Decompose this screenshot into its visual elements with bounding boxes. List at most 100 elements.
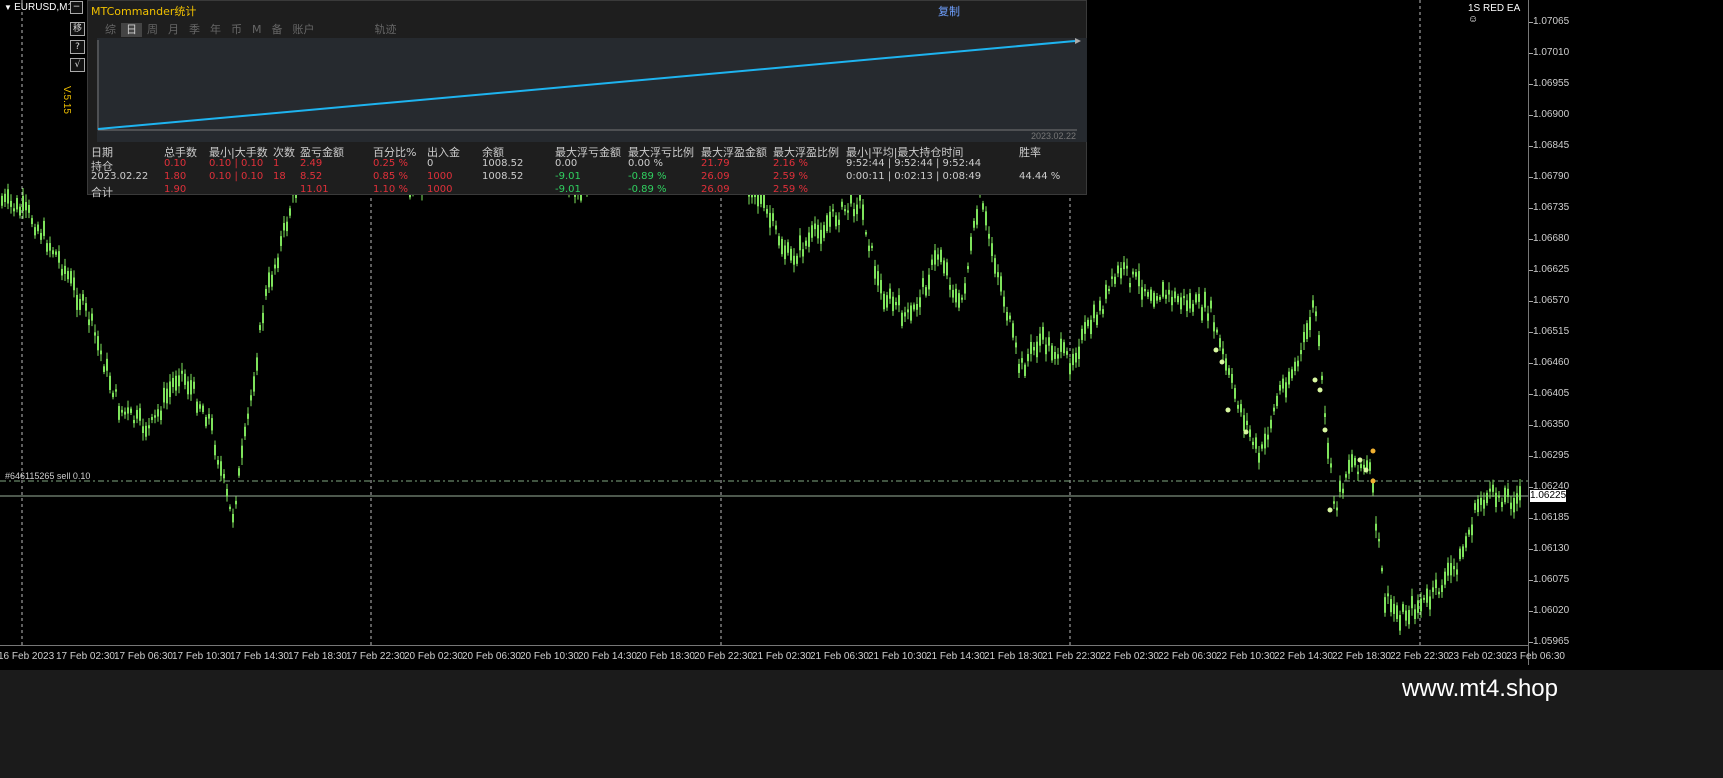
candle-body <box>178 375 180 387</box>
candle-body <box>1354 457 1356 466</box>
candle-body <box>169 381 171 398</box>
candle-body <box>1144 288 1146 292</box>
candle-body <box>1321 375 1323 380</box>
candle-body <box>973 220 975 228</box>
candle-body <box>1195 294 1197 303</box>
candle-body <box>82 294 84 301</box>
time-label: 21 Feb 02:30 <box>752 651 811 662</box>
candle-body <box>1513 497 1515 513</box>
candle-body <box>214 444 216 456</box>
time-label: 17 Feb 02:30 <box>56 651 115 662</box>
tab-7[interactable]: M <box>247 23 267 37</box>
candle-body <box>1351 454 1353 468</box>
minimize-button[interactable]: − <box>70 1 83 14</box>
candle-body <box>238 468 240 476</box>
candle-body <box>112 392 114 398</box>
table-row: 持仓 0.10 0.10 | 0.10 1 2.49 0.25 % 0 1008.52 0.00… <box>91 158 1081 173</box>
candle-body <box>970 236 972 251</box>
symbol-label: ▼ EURUSD,M15 <box>4 2 79 13</box>
candle-body <box>10 200 12 207</box>
candle-body <box>1153 292 1155 307</box>
candle-body <box>1096 314 1098 325</box>
tab-10[interactable]: 轨迹 <box>370 23 402 37</box>
candle-body <box>64 265 66 274</box>
candle-body <box>1111 276 1113 279</box>
candle-body <box>49 243 51 251</box>
time-label: 21 Feb 06:30 <box>810 651 869 662</box>
table-cell: -9.01 <box>555 184 581 195</box>
ea-label[interactable]: 1S RED EA ☺ <box>1468 3 1528 25</box>
help-button[interactable]: ? <box>70 40 85 54</box>
candle-body <box>1216 329 1218 333</box>
equity-line <box>97 40 1076 130</box>
price-label: 1.06295 <box>1533 450 1570 461</box>
tab-8[interactable]: 备 <box>267 23 288 37</box>
candle-body <box>247 413 249 419</box>
table-cell: 1008.52 <box>482 171 524 182</box>
candle-body <box>1396 605 1398 619</box>
tab-6[interactable]: 币 <box>226 23 247 37</box>
trade-marker <box>1225 407 1231 413</box>
candle-body <box>211 418 213 431</box>
candle-body <box>958 293 960 308</box>
equity-line-chart <box>97 38 1087 142</box>
tab-1[interactable]: 日 <box>121 23 142 37</box>
candle-body <box>1237 404 1239 409</box>
candle-body <box>1192 303 1194 312</box>
price-chart[interactable]: ▼ EURUSD,M15 − 移 ? √ V.5.15 1S RED EA ☺ … <box>0 0 1528 665</box>
candle-body <box>1117 265 1119 274</box>
table-cell: 1.90 <box>164 184 187 195</box>
candle-body <box>943 260 945 274</box>
tab-9[interactable]: 账户 <box>288 23 320 37</box>
candle-body <box>256 357 258 371</box>
candle-body <box>1387 593 1389 597</box>
candle-body <box>1450 563 1452 576</box>
price-label: 1.06240 <box>1533 481 1570 492</box>
candle-body <box>208 414 210 419</box>
table-row: 合计 1.90 11.01 1.10 % 1000 -9.01 -0.89 % 26.09 2.… <box>91 184 1081 199</box>
candle-body <box>1306 323 1308 340</box>
candle-body <box>142 426 144 433</box>
time-axis[interactable]: 16 Feb 2023 17 Feb 02:30 17 Feb 06:30 17 Fe… <box>0 645 1565 666</box>
candle-body <box>1348 459 1350 474</box>
table-cell: 44.44 % <box>1019 171 1061 182</box>
candle-body <box>1156 296 1158 301</box>
candle-body <box>1486 492 1488 504</box>
candle-body <box>1222 348 1224 355</box>
table-cell: 1.80 <box>164 171 187 182</box>
panel-tabs: 综日周月季年币 M 备账户 轨迹 <box>100 23 402 37</box>
time-label: 20 Feb 22:30 <box>694 651 753 662</box>
candle-body <box>154 415 156 418</box>
candle-body <box>34 227 36 236</box>
tab-2[interactable]: 周 <box>142 23 163 37</box>
move-button[interactable]: 移 <box>70 22 85 36</box>
dropdown-triangle-icon[interactable]: ▼ <box>4 3 14 12</box>
stats-panel[interactable]: MTCommander统计 复制 综日周月季年币 M 备账户 轨迹 2023.02.2… <box>87 0 1087 199</box>
price-label: 1.06680 <box>1533 233 1570 244</box>
candle-body <box>1417 600 1419 613</box>
candle-body <box>856 204 858 215</box>
candle-body <box>1252 441 1254 445</box>
copy-button[interactable]: 复制 <box>938 3 960 19</box>
candle-body <box>1024 364 1026 376</box>
candle-body <box>70 271 72 284</box>
tab-3[interactable]: 月 <box>163 23 184 37</box>
candle-body <box>817 224 819 239</box>
tab-4[interactable]: 季 <box>184 23 205 37</box>
check-button[interactable]: √ <box>70 58 85 72</box>
price-axis[interactable]: 1.06225 1.07065 1.07010 1.06955 1.06900 1.06… <box>1528 0 1723 665</box>
candle-body <box>1255 437 1257 449</box>
candle-body <box>1027 354 1029 362</box>
candle-body <box>25 202 27 211</box>
candle-body <box>268 272 270 288</box>
time-label: 21 Feb 22:30 <box>1042 651 1101 662</box>
tab-5[interactable]: 年 <box>205 23 226 37</box>
candle-body <box>1126 265 1128 269</box>
candle-body <box>1426 588 1428 603</box>
trade-marker <box>1363 467 1369 473</box>
candle-body <box>895 301 897 306</box>
tab-0[interactable]: 综 <box>100 23 121 37</box>
candle-body <box>43 220 45 236</box>
table-cell: -0.89 % <box>628 171 667 182</box>
candle-body <box>1204 291 1206 308</box>
